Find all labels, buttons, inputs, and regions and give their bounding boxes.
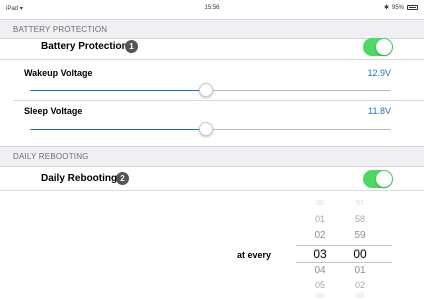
- hour-picker[interactable]: 00 01 02 03 04 05 06: [303, 200, 337, 300]
- picker-option[interactable]: 01: [303, 214, 337, 224]
- picker-option[interactable]: 01: [343, 265, 377, 276]
- battery-protection-header: BATTERY PROTECTION: [0, 19, 424, 39]
- picker-option[interactable]: 03: [343, 293, 377, 300]
- bluetooth-icon: ✱: [383, 5, 389, 11]
- wakeup-voltage-value: 12.9V: [367, 68, 391, 78]
- slider-thumb[interactable]: [199, 83, 213, 97]
- status-time: 15:56: [204, 5, 220, 11]
- sleep-voltage-slider[interactable]: [30, 122, 390, 136]
- section-header-label: BATTERY PROTECTION: [13, 25, 108, 34]
- info-badge-2: 2: [116, 172, 129, 185]
- status-bar: iPad ▾ 15:56 ✱ 95%: [0, 0, 424, 20]
- picker-option[interactable]: 57: [343, 200, 377, 207]
- section-header-label: DAILY REBOOTING: [13, 152, 89, 161]
- slider-fill: [30, 129, 206, 130]
- wakeup-voltage-label: Wakeup Voltage: [24, 68, 93, 78]
- divider: [13, 100, 424, 101]
- toggle-knob: [376, 39, 392, 55]
- slider-fill: [30, 90, 206, 91]
- daily-rebooting-toggle[interactable]: [363, 170, 393, 188]
- battery-status: ✱ 95%: [384, 4, 418, 11]
- picker-option[interactable]: 05: [303, 280, 337, 290]
- daily-rebooting-label: Daily Rebooting: [41, 173, 118, 184]
- battery-icon: [407, 5, 418, 10]
- info-badge-1: 1: [125, 40, 138, 53]
- picker-option[interactable]: 02: [343, 280, 377, 290]
- picker-selected-hour[interactable]: 03: [303, 247, 337, 261]
- picker-selected-minute[interactable]: 00: [343, 247, 377, 261]
- at-every-label: at every: [237, 250, 272, 260]
- toggle-knob: [376, 171, 392, 187]
- battery-percent: 95%: [391, 4, 404, 11]
- picker-option[interactable]: 59: [343, 230, 377, 241]
- daily-rebooting-header: DAILY REBOOTING: [0, 146, 424, 167]
- picker-option[interactable]: 04: [303, 265, 337, 276]
- divider: [0, 59, 424, 60]
- minute-picker[interactable]: 57 58 59 00 01 02 03: [343, 200, 377, 300]
- battery-protection-label: Battery Protection: [41, 41, 128, 52]
- sleep-voltage-label: Sleep Voltage: [24, 106, 83, 116]
- wakeup-voltage-slider[interactable]: [30, 83, 390, 97]
- divider: [0, 190, 424, 191]
- sleep-voltage-value: 11.8V: [368, 106, 391, 116]
- slider-thumb[interactable]: [199, 122, 213, 136]
- picker-option[interactable]: 02: [303, 230, 337, 241]
- picker-option[interactable]: 58: [343, 214, 377, 224]
- battery-protection-toggle[interactable]: [363, 38, 393, 56]
- picker-option[interactable]: 00: [303, 200, 337, 207]
- picker-option[interactable]: 06: [303, 293, 337, 300]
